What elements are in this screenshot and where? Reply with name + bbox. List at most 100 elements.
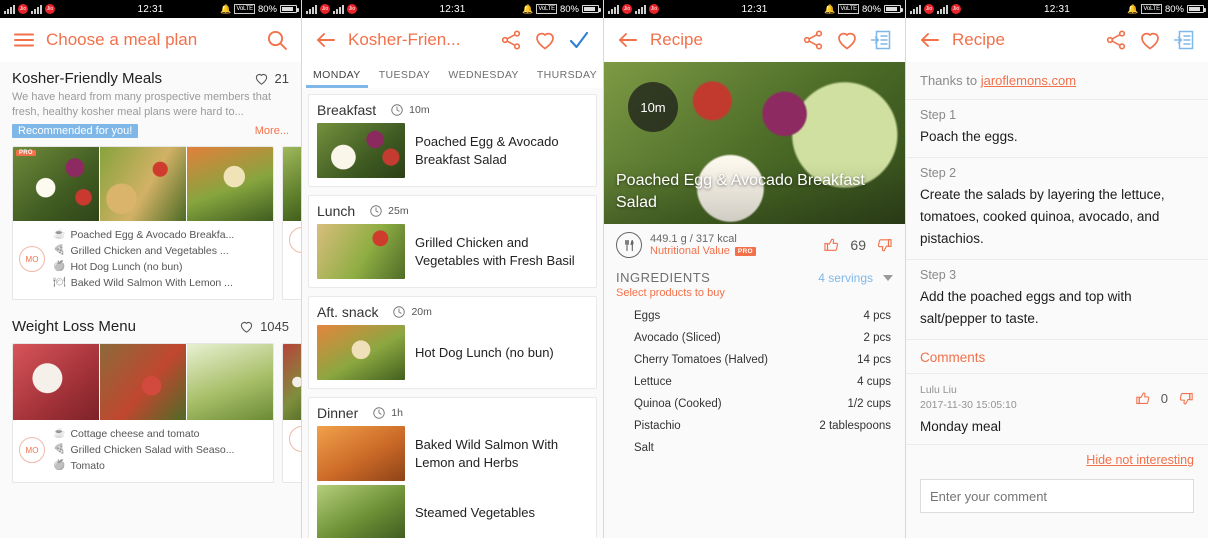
plan-header: Kosher-Friendly Meals 21	[12, 70, 289, 87]
day-meals-list[interactable]: Breakfast 10m Poached Egg & Avocado Brea…	[302, 88, 603, 538]
back-arrow-icon[interactable]	[918, 28, 942, 52]
hide-not-interesting-link[interactable]: Hide not interesting	[1086, 453, 1194, 467]
thumbs-up-icon[interactable]	[1135, 390, 1152, 407]
multi-screenshot-strip: Jio Jio 12:31 🔔 VoLTE 80% Choose a meal …	[0, 0, 1208, 538]
plan-card-row[interactable]: MO ☕ Cottage cheese and tomato 🍕 Grilled C…	[0, 343, 301, 483]
meal-label: Tomato	[70, 460, 105, 472]
back-arrow-icon[interactable]	[616, 28, 640, 52]
heart-icon	[255, 73, 267, 85]
meal-type-label: Lunch	[317, 203, 356, 219]
share-icon[interactable]	[499, 28, 523, 52]
meal-name[interactable]: Grilled Chicken and Vegetables with Fres…	[415, 234, 588, 270]
breakfast-icon: ☕	[53, 229, 66, 240]
step-label: Step 2	[920, 166, 957, 180]
thumbs-down-icon[interactable]	[1177, 390, 1194, 407]
meal-name[interactable]: Baked Wild Salmon With Lemon and Herbs	[415, 436, 588, 472]
meal-card-dinner[interactable]: Dinner 1h Baked Wild Salmon With Lemon a…	[308, 397, 597, 538]
meal-label: Grilled Chicken Salad with Seaso...	[70, 444, 235, 456]
chevron-down-icon[interactable]	[883, 274, 893, 281]
source-link[interactable]: jaroflemons.com	[981, 73, 1076, 88]
more-link[interactable]: More...	[255, 125, 289, 137]
plan-card[interactable]: MO ☕ Cottage cheese and tomato 🍕 Grilled C…	[12, 343, 274, 483]
meal-card-lunch[interactable]: Lunch 25m Grilled Chicken and Vegetables…	[308, 195, 597, 288]
back-arrow-icon[interactable]	[314, 28, 338, 52]
meal-plan-list[interactable]: Kosher-Friendly Meals 21 We have heard f…	[0, 62, 301, 538]
list-item: 🍕 Grilled Chicken Salad with Seaso...	[53, 442, 267, 458]
thumbs-down-icon[interactable]	[875, 236, 893, 254]
thumbs-up-icon[interactable]	[823, 236, 841, 254]
recipe-steps-scroll[interactable]: Thanks to jaroflemons.com Step 1 Poach t…	[906, 62, 1208, 538]
plan-card-row[interactable]: PRO MO ☕ Poached Egg & Avocado Breakfa...…	[0, 146, 301, 300]
breakfast-icon: ☕	[53, 428, 66, 439]
meal-name[interactable]: Hot Dog Lunch (no bun)	[415, 344, 554, 362]
status-clock: 12:31	[1043, 3, 1071, 15]
clock-icon	[370, 205, 382, 217]
ingredient-name: Avocado (Sliced)	[634, 332, 721, 344]
tab-wednesday[interactable]: WEDNESDAY	[439, 69, 528, 81]
active-tab-indicator	[306, 85, 368, 88]
status-clock: 12:31	[137, 3, 164, 15]
hamburger-menu-icon[interactable]	[12, 28, 36, 52]
plan-likes[interactable]: 1045	[238, 318, 289, 335]
clock-icon	[391, 104, 403, 116]
meal-time-label: 10m	[409, 104, 430, 116]
meal-card-breakfast[interactable]: Breakfast 10m Poached Egg & Avocado Brea…	[308, 94, 597, 187]
meal-time-label: 1h	[391, 407, 403, 419]
share-icon[interactable]	[1104, 28, 1128, 52]
ingredient-name: Lettuce	[634, 376, 672, 388]
tab-thursday[interactable]: THURSDAY	[528, 69, 603, 81]
plan-likes[interactable]: 21	[253, 70, 289, 87]
comment-input-box[interactable]	[920, 479, 1194, 513]
status-clock: 12:31	[439, 3, 466, 15]
meal-thumbnail	[317, 224, 405, 279]
heart-icon[interactable]	[835, 28, 859, 52]
comment-input[interactable]	[930, 488, 1184, 504]
ingredients-list: Eggs 4 pcs Avocado (Sliced) 2 pcs Cherry T…	[604, 305, 905, 459]
list-item: 🍏 Hot Dog Lunch (no bun)	[53, 259, 267, 275]
share-icon[interactable]	[801, 28, 825, 52]
meal-time: 10m	[390, 103, 430, 117]
day-tabs[interactable]: MONDAY TUESDAY WEDNESDAY THURSDAY	[302, 62, 603, 88]
recommended-badge: Recommended for you!	[12, 124, 139, 138]
nutrition-row: 449.1 g / 317 kcal Nutritional Value PRO…	[604, 224, 905, 264]
search-icon[interactable]	[265, 28, 289, 52]
add-to-list-icon[interactable]	[1172, 28, 1196, 52]
plan-card-next-peek[interactable]	[282, 343, 301, 483]
add-to-list-icon[interactable]	[869, 28, 893, 52]
plan-title: Kosher-Friendly Meals	[12, 70, 163, 87]
battery-icon	[884, 5, 903, 13]
nutritional-value-link[interactable]: Nutritional Value	[650, 245, 730, 257]
meal-thumbnail	[317, 485, 405, 538]
meal-name[interactable]: Poached Egg & Avocado Breakfast Salad	[415, 133, 588, 169]
comment-timestamp: 2017-11-30 15:05:10	[920, 399, 1017, 411]
status-bar: Jio Jio 12:31 🔔 VoLTE 80%	[604, 0, 905, 18]
ingredients-heading: INGREDIENTS	[616, 270, 711, 285]
plan-thumb: PRO	[13, 147, 100, 221]
tab-tuesday[interactable]: TUESDAY	[370, 69, 440, 81]
heart-icon[interactable]	[533, 28, 557, 52]
ingredient-name: Pistachio	[634, 420, 681, 432]
checkmark-icon[interactable]	[567, 28, 591, 52]
ingredient-row: Quinoa (Cooked) 1/2 cups	[604, 393, 905, 415]
hide-row: Hide not interesting	[906, 444, 1208, 475]
list-item: ☕ Cottage cheese and tomato	[53, 426, 267, 442]
select-products-link[interactable]: Select products to buy	[604, 287, 905, 305]
meal-thumbnail	[317, 325, 405, 380]
meal-name[interactable]: Steamed Vegetables	[415, 504, 535, 522]
servings-value[interactable]: 4 servings	[818, 271, 873, 285]
tab-monday[interactable]: MONDAY	[304, 69, 370, 81]
screen-meal-plan-list: Jio Jio 12:31 🔔 VoLTE 80% Choose a meal …	[0, 0, 302, 538]
plan-card-meals: MO ☕ Poached Egg & Avocado Breakfa... 🍕 Gr…	[13, 221, 273, 299]
status-bar: Jio Jio 12:31 🔔 VoLTE 80%	[0, 0, 301, 18]
plan-card[interactable]: PRO MO ☕ Poached Egg & Avocado Breakfa...…	[12, 146, 274, 300]
heart-icon[interactable]	[1138, 28, 1162, 52]
plan-thumb	[100, 147, 187, 221]
clock-icon	[373, 407, 385, 419]
screen-recipe-steps: Jio Jio 12:31 🔔 VoLTE 80% Recipe Thanks …	[906, 0, 1208, 538]
plan-card-next-peek[interactable]	[282, 146, 301, 300]
ingredient-name: Salt	[634, 442, 654, 454]
page-title: Recipe	[650, 30, 703, 49]
meal-card-aft-snack[interactable]: Aft. snack 20m Hot Dog Lunch (no bun)	[308, 296, 597, 389]
ingredient-name: Quinoa (Cooked)	[634, 398, 722, 410]
step-text: Poach the eggs.	[906, 122, 1208, 158]
